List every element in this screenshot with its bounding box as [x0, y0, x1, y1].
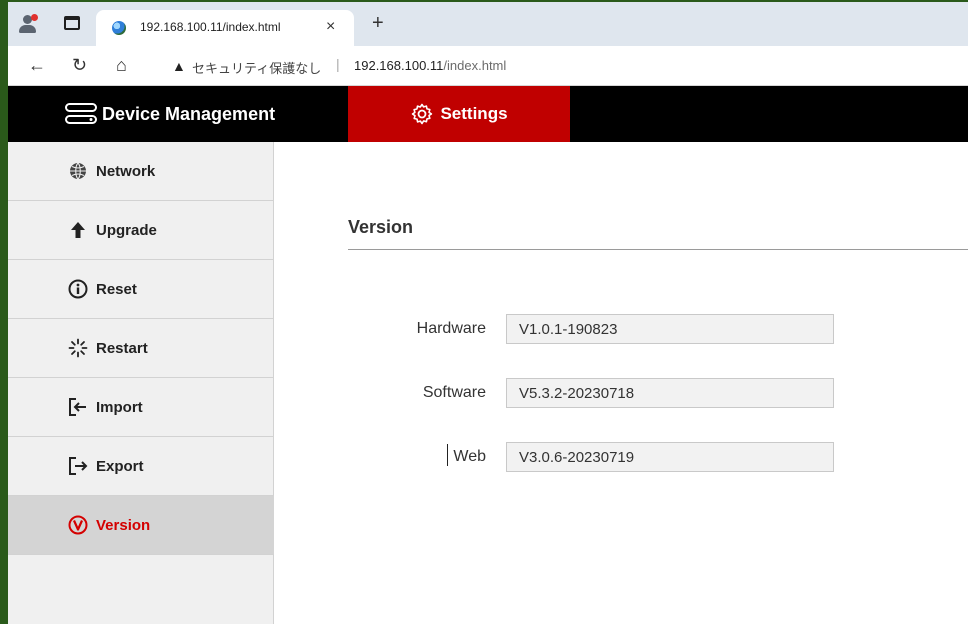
spinner-icon — [68, 338, 88, 358]
page-title: Version — [348, 217, 414, 237]
hardware-label: Hardware — [416, 320, 486, 337]
new-tab-button[interactable]: + — [372, 12, 384, 35]
globe-icon — [68, 161, 88, 181]
sidebar-item-import[interactable]: Import — [8, 378, 274, 437]
tab-close-button[interactable]: × — [326, 18, 335, 36]
url-host: 192.168.100.11 — [354, 58, 444, 73]
url-field[interactable]: 192.168.100.11/index.html — [354, 58, 506, 73]
sidebar-item-upgrade[interactable]: Upgrade — [8, 201, 274, 260]
sidebar-item-reset[interactable]: Reset — [8, 260, 274, 319]
version-icon — [68, 515, 88, 535]
sidebar-item-version[interactable]: Version — [8, 496, 274, 555]
sidebar-item-label: Restart — [96, 339, 148, 357]
text-cursor — [447, 444, 448, 466]
sidebar-item-network[interactable]: Network — [8, 142, 274, 201]
browser-tab[interactable]: 192.168.100.11/index.html × — [96, 10, 354, 46]
browser-tab-bar: 192.168.100.11/index.html × + — [8, 2, 968, 46]
sidebar-item-export[interactable]: Export — [8, 437, 274, 496]
sidebar: Network Upgrade Reset Restart Import Exp… — [8, 142, 274, 624]
home-icon[interactable]: ⌂ — [116, 55, 127, 76]
import-icon — [68, 397, 88, 417]
browser-tab-title: 192.168.100.11/index.html — [140, 20, 281, 34]
address-bar: ← ↻ ⌂ ▲ セキュリティ保護なし | 192.168.100.11/inde… — [8, 46, 968, 86]
web-version-field[interactable] — [506, 442, 834, 472]
sidebar-item-label: Network — [96, 162, 156, 180]
hardware-version-field[interactable] — [506, 314, 834, 344]
brand[interactable]: Device Management — [64, 100, 275, 128]
export-icon — [68, 456, 88, 476]
info-icon — [68, 279, 88, 299]
tab-settings-label: Settings — [440, 104, 508, 123]
brand-title: Device Management — [102, 103, 276, 124]
sidebar-item-label: Version — [96, 516, 151, 534]
security-status-text[interactable]: セキュリティ保護なし — [192, 58, 321, 77]
sidebar-item-restart[interactable]: Restart — [8, 319, 274, 378]
reload-icon[interactable]: ↻ — [72, 55, 87, 76]
sidebar-item-label: Export — [96, 457, 144, 475]
gear-icon — [412, 103, 433, 125]
sidebar-item-label: Reset — [96, 280, 137, 298]
globe-favicon-icon — [112, 21, 126, 35]
app-header: Device Management Settings — [8, 86, 968, 142]
title-divider — [348, 249, 968, 250]
address-separator: | — [336, 56, 340, 72]
url-path: /index.html — [443, 58, 507, 73]
window-frame-left — [0, 0, 8, 624]
arrow-up-icon — [68, 220, 88, 240]
software-label: Software — [422, 384, 486, 401]
tab-actions-icon[interactable] — [64, 16, 80, 30]
sidebar-item-label: Upgrade — [96, 221, 157, 239]
web-label: Web — [453, 448, 486, 465]
profile-avatar-icon[interactable] — [18, 14, 38, 34]
device-management-icon — [65, 103, 97, 124]
software-version-field[interactable] — [506, 378, 834, 408]
back-arrow-icon[interactable]: ← — [28, 55, 46, 76]
sidebar-item-label: Import — [96, 398, 143, 416]
warning-icon[interactable]: ▲ — [172, 58, 186, 74]
tab-settings[interactable]: Settings — [348, 86, 570, 142]
